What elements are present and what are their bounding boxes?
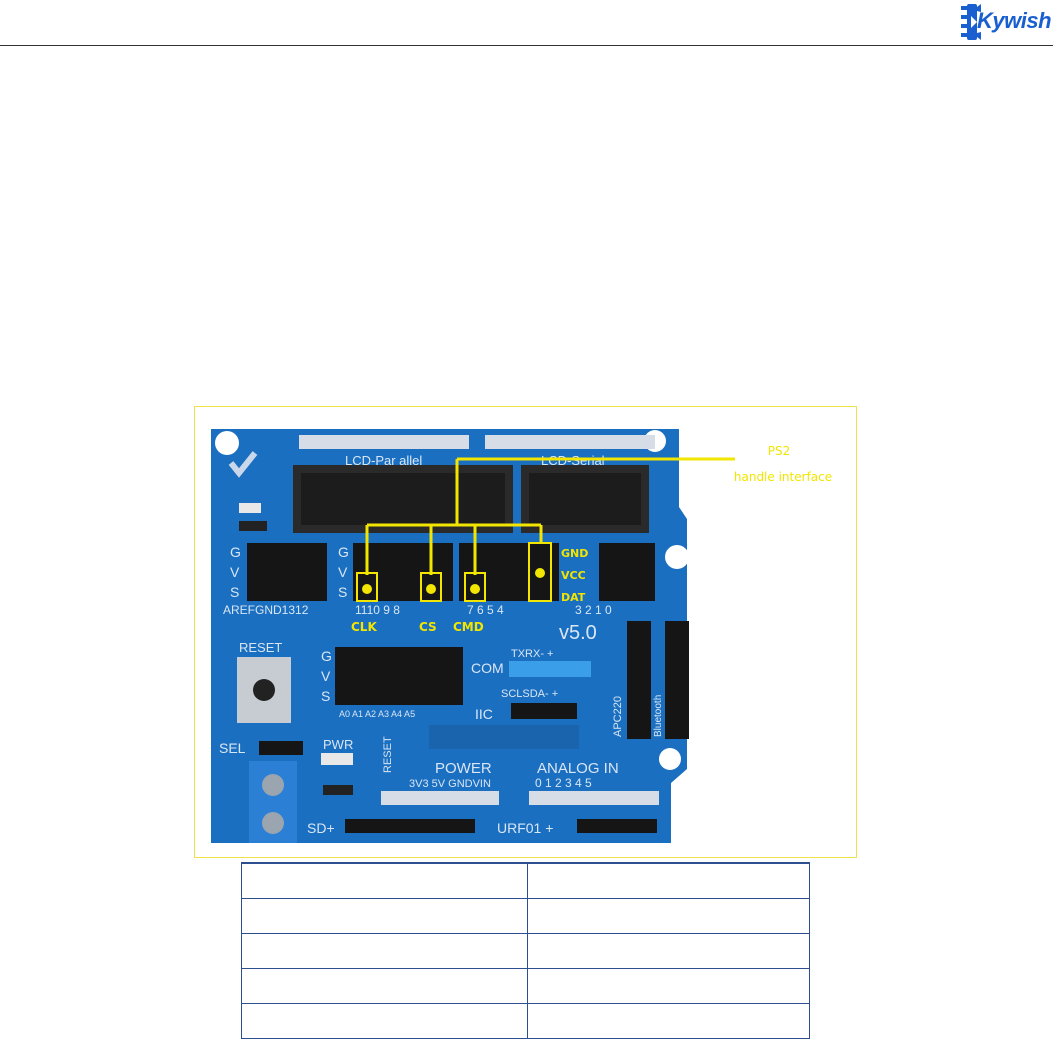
gvs-s-label-2: S [338, 584, 347, 600]
table-row [241, 933, 810, 969]
gvs-g-label: G [230, 544, 241, 560]
board-version: v5.0 [559, 622, 597, 644]
urf-header [577, 819, 657, 833]
bluetooth-label: Bluetooth [653, 695, 664, 737]
gvs-v-label-2: V [338, 564, 348, 580]
table-cell [241, 933, 528, 969]
table-cell [527, 933, 810, 969]
table-cell [241, 898, 528, 934]
digital-pin-labels-right: 7 6 5 4 [467, 603, 504, 617]
callout-subtitle: handle interface [734, 470, 832, 484]
reset-button-cap [253, 679, 275, 701]
sel-label: SEL [219, 740, 246, 756]
gvs-g-label-2: G [338, 544, 349, 560]
pin-label-dat: DAT [561, 591, 586, 604]
apc220-header [627, 621, 651, 739]
iic-header [511, 703, 577, 719]
top-header-strip [299, 435, 469, 449]
com-label: COM [471, 660, 504, 676]
lcd-serial-socket [529, 473, 641, 525]
sd-label: SD+ [307, 820, 335, 836]
smd-led [239, 503, 261, 513]
sd-header [345, 819, 475, 833]
power-label: POWER [435, 760, 492, 777]
power-header [381, 791, 499, 805]
ps2-shield-figure: LCD-Par allel LCD-Serial G V S G V S ARE… [194, 406, 857, 858]
pwr-led [321, 753, 353, 765]
pwr-resistor [323, 785, 353, 795]
mounting-hole [215, 431, 239, 455]
analog-in-label: ANALOG IN [537, 760, 619, 777]
pin-label-clk: CLK [351, 620, 377, 634]
pin-label-cmd: CMD [453, 620, 484, 634]
pwr-label: PWR [323, 737, 353, 752]
apc220-label: APC220 [612, 696, 624, 737]
table-cell [241, 1003, 528, 1039]
analog-gvs-v: V [321, 668, 331, 684]
pin-label-gnd: GND [561, 547, 588, 560]
sclsda-label: SCLSDA- + [501, 688, 558, 700]
table-row [241, 898, 810, 934]
reset-vertical-label: RESET [382, 736, 394, 773]
table-cell [527, 898, 810, 934]
analog-gvs-g: G [321, 648, 332, 664]
reset-label: RESET [239, 640, 282, 655]
terminal-screw [262, 812, 284, 834]
table-cell [527, 862, 810, 899]
callout-title: PS2 [768, 444, 791, 458]
table-cell [527, 1003, 810, 1039]
brand-logo-text: Kywish [977, 8, 1052, 33]
analog-gvs-s: S [321, 688, 330, 704]
mounting-hole [665, 545, 689, 569]
analog-header [335, 647, 463, 705]
gvs-v-label: V [230, 564, 240, 580]
pin-mapping-table [241, 862, 810, 1039]
table-cell [527, 968, 810, 1004]
smd-resistor [239, 521, 267, 531]
mounting-hole [659, 748, 681, 770]
digital-header-left [247, 543, 327, 601]
digital-pin-labels-mid: 1110 9 8 [355, 603, 400, 617]
lcd-parallel-socket [301, 473, 505, 525]
gvs-s-label: S [230, 584, 239, 600]
com-header [509, 661, 591, 677]
digital-pin-labels-far: 3 2 1 0 [575, 603, 612, 617]
txrx-label: TXRX- + [511, 648, 553, 660]
iic-label: IIC [475, 706, 493, 722]
lcd-parallel-label: LCD-Par allel [345, 453, 422, 468]
table-cell [241, 968, 528, 1004]
table-cell [241, 862, 528, 899]
table-row [241, 968, 810, 1004]
bluetooth-header [665, 621, 689, 739]
analog-in-header [529, 791, 659, 805]
analog-in-numbers: 0 1 2 3 4 5 [535, 776, 592, 790]
board-chip-area [429, 725, 579, 749]
digital-pin-labels-left: AREFGND1312 [223, 603, 309, 617]
terminal-screw [262, 774, 284, 796]
digital-header-far [599, 543, 655, 601]
sel-jumper [259, 741, 303, 755]
analog-pin-labels: A0 A1 A2 A3 A4 A5 [339, 709, 415, 719]
top-header-strip [485, 435, 655, 449]
header-rule [0, 45, 1053, 46]
urf-label: URF01 + [497, 820, 553, 836]
pin-label-cs: CS [419, 620, 437, 634]
power-pin-labels: 3V3 5V GNDVIN [409, 778, 491, 790]
sensor-shield-board: LCD-Par allel LCD-Serial G V S G V S ARE… [211, 429, 832, 843]
table-row [241, 862, 810, 899]
pin-label-vcc: VCC [561, 569, 586, 582]
table-row [241, 1003, 810, 1039]
